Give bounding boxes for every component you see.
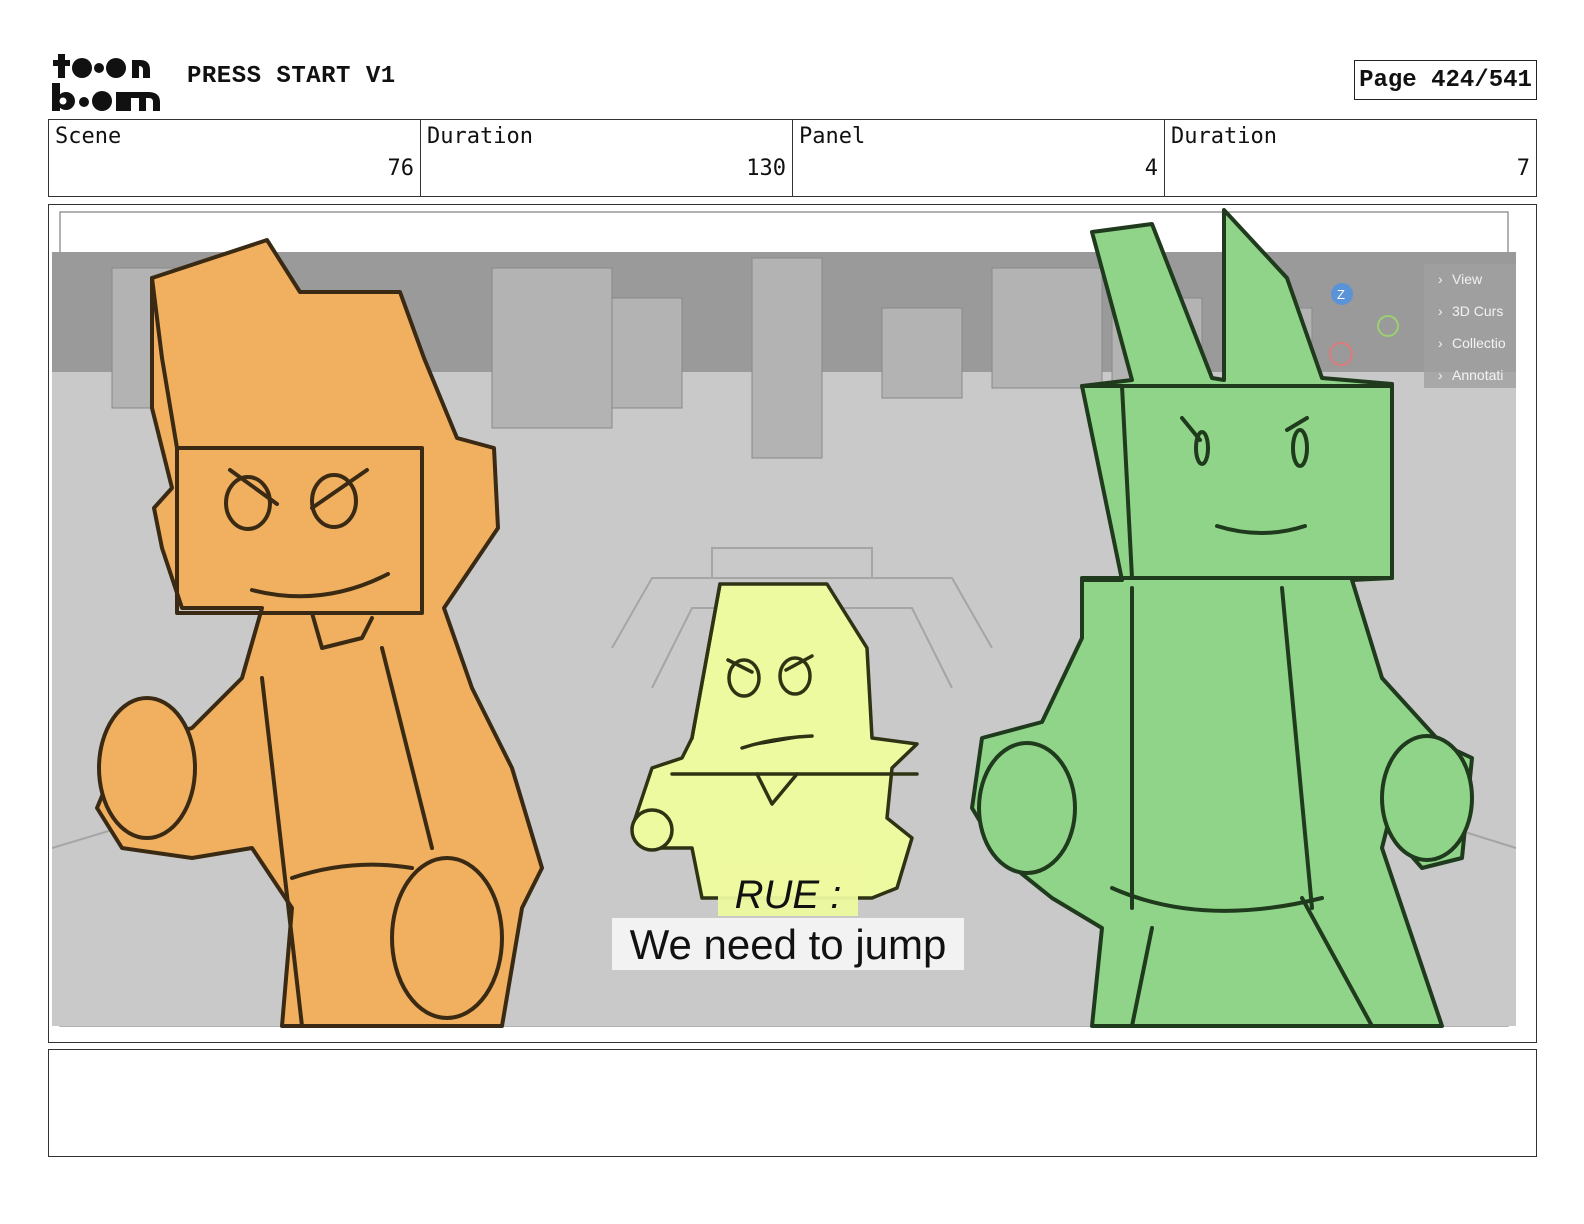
panel-notes-box	[48, 1049, 1537, 1157]
panel-duration-label: Duration	[1171, 124, 1277, 149]
project-title: PRESS START V1	[187, 63, 396, 90]
svg-text:›: ›	[1438, 335, 1443, 351]
panel-artwork: Z › View › 3D Curs › Collectio › Annotat…	[52, 208, 1517, 1028]
panel-duration-cell: Duration 7	[1165, 120, 1536, 196]
scene-label: Scene	[55, 124, 122, 149]
scene-info-table: Scene 76 Duration 130 Panel 4 Duration 7	[48, 119, 1537, 197]
viewport-menu-collection: Collectio	[1452, 335, 1506, 351]
panel-value: 4	[1144, 156, 1158, 181]
toon-boom-logo	[52, 54, 160, 111]
panel-cell: Panel 4	[793, 120, 1165, 196]
scene-duration-label: Duration	[427, 124, 533, 149]
scene-duration-value: 130	[746, 156, 786, 181]
panel-label: Panel	[799, 124, 866, 149]
gizmo-axis-label: Z	[1337, 287, 1345, 302]
scene-value: 76	[387, 156, 415, 181]
svg-text:›: ›	[1438, 303, 1443, 319]
caption-speaker: RUE :	[735, 873, 842, 917]
viewport-menu-annotation: Annotati	[1452, 367, 1503, 383]
viewport-menu-arrow-icon: ›	[1438, 271, 1443, 287]
svg-text:›: ›	[1438, 367, 1443, 383]
viewport-menu-view: View	[1452, 271, 1483, 287]
panel-duration-value: 7	[1516, 156, 1530, 181]
scene-duration-cell: Duration 130	[421, 120, 793, 196]
viewport-menu-3d-cursor: 3D Curs	[1452, 303, 1503, 319]
storyboard-panel: Z › View › 3D Curs › Collectio › Annotat…	[48, 204, 1537, 1043]
caption-line: We need to jump	[630, 921, 947, 968]
scene-cell: Scene 76	[49, 120, 421, 196]
viewport-menu: › View › 3D Curs › Collectio › Annotati	[1424, 264, 1516, 388]
page-indicator: Page 424/541	[1354, 60, 1537, 100]
